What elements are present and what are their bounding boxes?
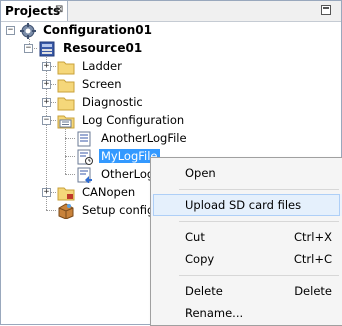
tree-label: Resource01 [63, 41, 143, 55]
menu-item-delete[interactable]: Delete Delete [151, 280, 342, 302]
log-file-clock-icon [77, 149, 93, 165]
menu-separator [179, 189, 339, 190]
menu-item-label: Delete [185, 284, 223, 298]
menu-item-label: Open [185, 166, 216, 180]
resource-icon [39, 41, 55, 57]
tree-label: Ladder [82, 59, 122, 73]
menu-item-shortcut: Ctrl+C [293, 252, 332, 266]
menu-separator [179, 221, 339, 222]
log-folder-icon [57, 115, 75, 129]
menu-item-label: Upload SD card files [185, 198, 302, 212]
menu-item-cut[interactable]: Cut Ctrl+X [151, 226, 342, 248]
menu-item-shortcut: Ctrl+X [294, 230, 332, 244]
tree-item-diagnostic[interactable]: + Diagnostic [1, 94, 201, 112]
folder-icon [57, 79, 75, 93]
tree-item-anotherlogfile[interactable]: AnotherLogFile [1, 130, 201, 148]
tree-item-log-configuration[interactable]: − Log Configuration [1, 112, 201, 130]
folder-icon [57, 97, 75, 111]
expand-icon[interactable]: + [42, 80, 51, 89]
tree-label: Configuration01 [43, 23, 152, 37]
projects-panel: Projects ⊠ − Configuration01 − Resource0… [0, 0, 342, 326]
menu-item-rename[interactable]: Rename... [151, 302, 342, 324]
menu-item-upload-sd-card-files[interactable]: Upload SD card files [151, 194, 342, 216]
tree-label: Log Configuration [82, 113, 185, 127]
gear-icon [20, 23, 36, 39]
log-file-icon [77, 131, 91, 147]
folder-icon [57, 61, 75, 75]
log-file-arrow-icon [77, 167, 92, 183]
tree-label: Screen [82, 77, 122, 91]
collapse-icon[interactable]: − [6, 26, 15, 35]
tree-item-ladder[interactable]: + Ladder [1, 58, 201, 76]
tree-label: Diagnostic [82, 95, 143, 109]
package-icon [58, 203, 74, 219]
menu-item-label: Cut [185, 230, 205, 244]
tree-item-screen[interactable]: + Screen [1, 76, 201, 94]
tree-label: CANopen [82, 185, 136, 199]
menu-item-label: Copy [185, 252, 215, 266]
menu-separator [179, 275, 339, 276]
tree-label: AnotherLogFile [101, 131, 187, 145]
tree-item-resource[interactable]: − Resource01 [1, 40, 201, 58]
menu-item-shortcut: Delete [294, 284, 332, 298]
collapse-icon[interactable]: − [42, 116, 51, 125]
menu-item-label: Rename... [185, 306, 244, 320]
expand-icon[interactable]: + [42, 188, 51, 197]
expand-icon[interactable]: + [42, 62, 51, 71]
menu-item-copy[interactable]: Copy Ctrl+C [151, 248, 342, 270]
expand-icon[interactable]: + [42, 98, 51, 107]
panel-titlebar: Projects ⊠ [1, 1, 341, 22]
folder-icon [57, 187, 75, 201]
tab-projects-label: Projects [5, 4, 61, 18]
context-menu: Open Upload SD card files Cut Ctrl+X Cop… [150, 157, 342, 326]
tab-projects[interactable]: Projects ⊠ [1, 1, 68, 21]
minimize-icon[interactable] [321, 5, 331, 15]
tree-item-configuration[interactable]: − Configuration01 [1, 22, 201, 40]
tab-close-icon[interactable]: ⊠ [55, 4, 63, 15]
collapse-icon[interactable]: − [24, 44, 33, 53]
menu-item-open[interactable]: Open [151, 162, 342, 184]
